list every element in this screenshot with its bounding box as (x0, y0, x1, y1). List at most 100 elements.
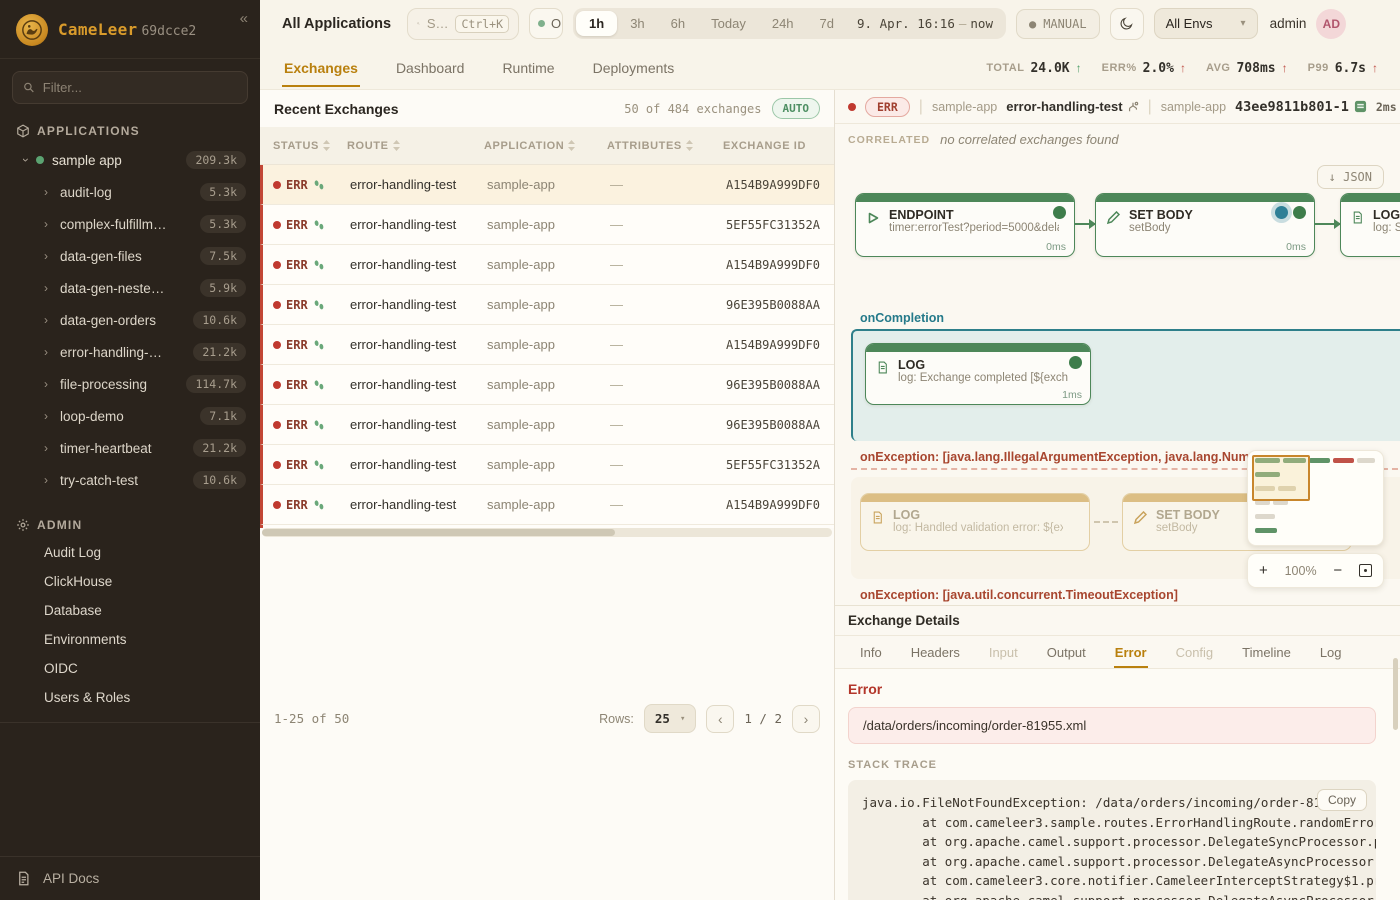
time-range-option[interactable]: 6h (658, 11, 698, 36)
fit-view-button[interactable] (1359, 564, 1372, 577)
filter-input[interactable] (43, 80, 237, 95)
sidebar-route-item[interactable]: › complex-fulfillm… 5.3k (0, 208, 260, 240)
column-application[interactable]: APPLICATION (484, 140, 607, 152)
details-tab[interactable]: Error (1114, 637, 1148, 668)
table-row[interactable]: ERR error-handling-test sample-app — A15… (260, 485, 834, 525)
environment-select[interactable]: All Envs ▾ (1154, 8, 1258, 39)
details-tab[interactable]: Input (988, 637, 1019, 668)
table-row[interactable]: ERR error-handling-test sample-app — 5EF… (260, 205, 834, 245)
error-dot-icon (273, 221, 281, 229)
sidebar-filter[interactable] (12, 71, 248, 104)
time-range-option[interactable]: 24h (759, 11, 807, 36)
admin-menu-item[interactable]: OIDC (0, 654, 260, 683)
global-search[interactable]: S… Ctrl+K (407, 8, 519, 40)
table-row[interactable]: ERR error-handling-test sample-app — 96E… (260, 365, 834, 405)
table-row[interactable]: ERR error-handling-test sample-app — A15… (260, 325, 834, 365)
pencil-icon (1106, 211, 1120, 225)
scrollbar-thumb[interactable] (262, 529, 615, 536)
admin-menu-item[interactable]: ClickHouse (0, 567, 260, 596)
admin-menu-item[interactable]: Database (0, 596, 260, 625)
api-docs-link[interactable]: API Docs (0, 856, 260, 900)
next-page-button[interactable]: › (792, 705, 820, 733)
admin-menu-item[interactable]: Environments (0, 625, 260, 654)
flow-node-completion-log[interactable]: LOGlog: Exchange completed [${exchan 1ms (865, 343, 1091, 405)
admin-menu-item[interactable]: Audit Log (0, 538, 260, 567)
on-completion-panel: LOGlog: Exchange completed [${exchan 1ms (851, 329, 1400, 441)
sidebar-route-item[interactable]: › data-gen-files 7.5k (0, 240, 260, 272)
flow-node-set-body[interactable]: SET BODYsetBody 0ms (1095, 193, 1315, 257)
stack-trace-line: at com.cameleer3.core.notifier.CameleerI… (862, 871, 1362, 891)
download-json-button[interactable]: ↓ JSON (1317, 165, 1384, 189)
live-status-pill[interactable]: O (529, 8, 563, 39)
sidebar-route-item[interactable]: › timer-heartbeat 21.2k (0, 432, 260, 464)
table-row[interactable]: ERR error-handling-test sample-app — A15… (260, 245, 834, 285)
stack-trace-box[interactable]: Copy java.io.FileNotFoundException: /dat… (848, 780, 1376, 900)
nav-tab[interactable]: Runtime (500, 49, 556, 87)
auto-refresh-badge[interactable]: AUTO (772, 98, 821, 119)
cube-icon (16, 124, 30, 138)
table-row[interactable]: ERR error-handling-test sample-app — A15… (260, 165, 834, 205)
exchanges-count: 50 of 484 exchanges (624, 102, 761, 116)
vertical-scrollbar-thumb[interactable] (1393, 658, 1398, 730)
prev-page-button[interactable]: ‹ (706, 705, 734, 733)
details-tab[interactable]: Log (1319, 637, 1343, 668)
nav-tab[interactable]: Deployments (591, 49, 677, 87)
details-tab[interactable]: Timeline (1241, 637, 1292, 668)
flow-node-endpoint[interactable]: ENDPOINTtimer:errorTest?period=5000&dela… (855, 193, 1075, 257)
route-tree: › audit-log 5.3k › complex-fulfillm… 5.3… (0, 176, 260, 496)
zoom-out-button[interactable]: − (1333, 562, 1342, 579)
details-tab[interactable]: Config (1175, 637, 1215, 668)
time-range-option[interactable]: Today (698, 11, 759, 36)
sidebar-route-item[interactable]: › try-catch-test 10.6k (0, 464, 260, 496)
time-range-dates[interactable]: 9. Apr. 16:16–now (847, 11, 1003, 36)
details-tab[interactable]: Output (1046, 637, 1087, 668)
on-completion-label: onCompletion (860, 311, 944, 325)
rows-per-page-select[interactable]: 25 ▾ (644, 704, 696, 733)
horizontal-scrollbar[interactable] (262, 528, 832, 537)
sidebar-route-item[interactable]: › loop-demo 7.1k (0, 400, 260, 432)
nav-tab[interactable]: Dashboard (394, 49, 467, 87)
sidebar-route-item[interactable]: › error-handling-… 21.2k (0, 336, 260, 368)
manual-refresh-button[interactable]: ● MANUAL (1016, 9, 1100, 39)
sidebar-collapse-button[interactable]: « (240, 10, 248, 27)
column-exchange-id[interactable]: EXCHANGE ID (723, 140, 834, 152)
column-attributes[interactable]: ATTRIBUTES (607, 140, 723, 152)
sidebar-route-item[interactable]: › data-gen-neste… 5.9k (0, 272, 260, 304)
avatar[interactable]: AD (1316, 9, 1346, 39)
detail-route[interactable]: error-handling-test (1006, 99, 1138, 114)
zoom-in-button[interactable]: + (1259, 562, 1268, 579)
time-range-option[interactable]: 3h (617, 11, 657, 36)
status-badge: ERR (865, 97, 910, 117)
sidebar-route-item[interactable]: › data-gen-orders 10.6k (0, 304, 260, 336)
details-tab[interactable]: Info (859, 637, 883, 668)
stack-trace-line: at org.apache.camel.support.processor.De… (862, 832, 1362, 852)
flow-node-exception-log[interactable]: LOGlog: Handled validation error: ${exce (860, 493, 1090, 551)
flow-minimap[interactable] (1247, 450, 1384, 546)
app-name: sample app (52, 153, 122, 168)
time-range-control: 1h 3h 6h Today 24h 7d 9. Apr. 16:16–now (573, 8, 1006, 39)
admin-menu-item[interactable]: Users & Roles (0, 683, 260, 712)
nav-tab[interactable]: Exchanges (282, 49, 360, 87)
detail-exchange-id[interactable]: 43ee9811b801-1 (1235, 99, 1367, 115)
sidebar-item-sample-app[interactable]: › sample app 209.3k (0, 144, 260, 176)
column-status[interactable]: STATUS (260, 140, 347, 152)
column-route[interactable]: ROUTE (347, 140, 484, 152)
sidebar-route-item[interactable]: › audit-log 5.3k (0, 176, 260, 208)
details-tab[interactable]: Headers (910, 637, 961, 668)
sidebar-route-item[interactable]: › file-processing 114.7k (0, 368, 260, 400)
on-exception-1-label: onException: [java.lang.IllegalArgumentE… (860, 450, 1250, 464)
minimap-viewport[interactable] (1252, 455, 1310, 501)
flow-node-log[interactable]: LOGlog: Sta (1340, 193, 1400, 257)
time-range-option[interactable]: 7d (807, 11, 847, 36)
stack-trace-line: at org.apache.camel.support.processor.De… (862, 852, 1362, 872)
pagination: 1-25 of 50 Rows: 25 ▾ ‹ 1 / 2 › (260, 537, 834, 900)
route-flow-canvas[interactable]: ↓ JSON ENDPOINTtimer:errorTest?period=50… (835, 155, 1400, 605)
copy-button[interactable]: Copy (1317, 789, 1367, 811)
sidebar: CameLeer69dcce2 « APPLICATIONS › sample … (0, 0, 260, 900)
dark-mode-toggle[interactable] (1110, 8, 1144, 40)
table-row[interactable]: ERR error-handling-test sample-app — 96E… (260, 405, 834, 445)
table-row[interactable]: ERR error-handling-test sample-app — 96E… (260, 285, 834, 325)
database-icon (1354, 100, 1367, 113)
time-range-option[interactable]: 1h (576, 11, 617, 36)
table-row[interactable]: ERR error-handling-test sample-app — 5EF… (260, 445, 834, 485)
